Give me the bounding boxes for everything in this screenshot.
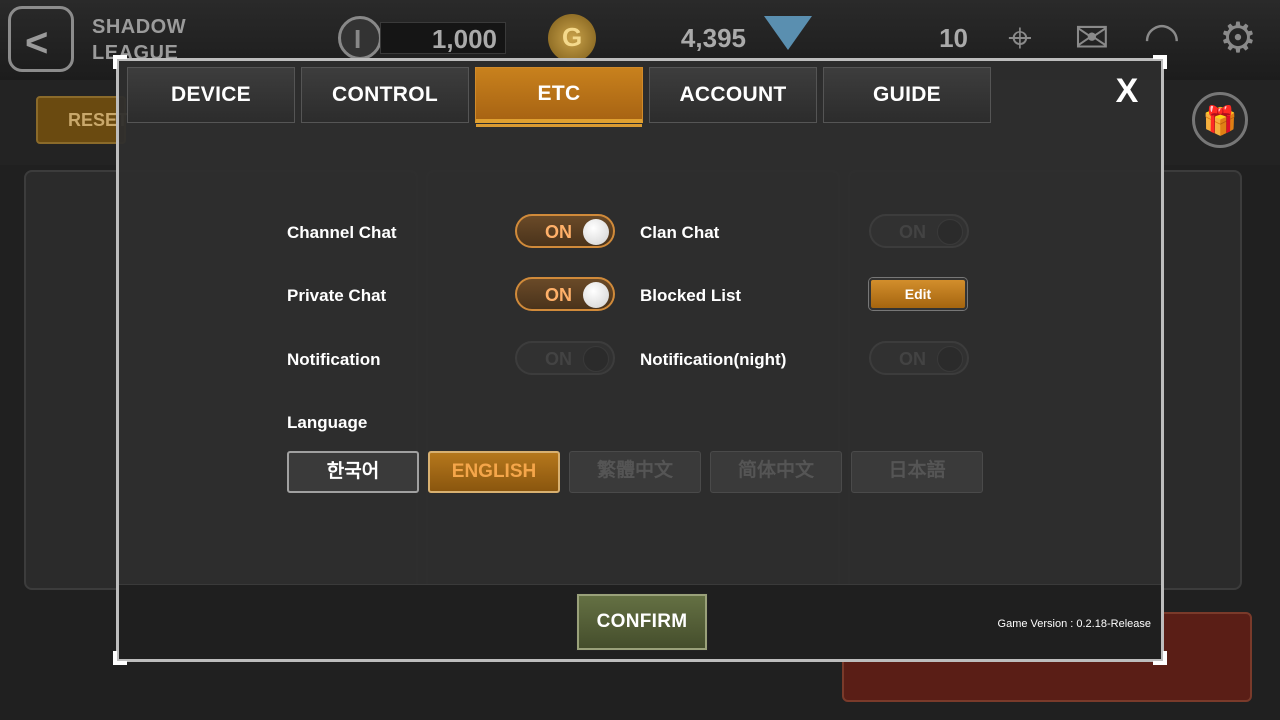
- toggle-state: ON: [545, 222, 572, 242]
- tab-etc[interactable]: ETC: [475, 67, 643, 127]
- tab-guide[interactable]: GUIDE: [823, 67, 991, 123]
- blocked-list-label: Blocked List: [640, 286, 742, 305]
- language-english-button[interactable]: ENGLISH: [428, 451, 560, 493]
- rank-points: 1,000: [380, 22, 506, 54]
- close-button[interactable]: X: [1109, 71, 1145, 111]
- toggle-state: ON: [545, 349, 572, 369]
- gold-coin-icon[interactable]: G: [548, 14, 596, 62]
- back-button[interactable]: <: [8, 6, 74, 72]
- settings-tabs: DEVICE CONTROL ETC ACCOUNT GUIDE: [127, 67, 991, 129]
- frame-corner: [113, 55, 127, 69]
- notification-label: Notification: [287, 350, 381, 369]
- reset-button[interactable]: RESET: [36, 96, 128, 144]
- toggle-knob: [583, 219, 609, 245]
- gem-icon[interactable]: [764, 16, 812, 50]
- toggle-state: ON: [545, 285, 572, 305]
- language-simplified-chinese-button[interactable]: 简体中文: [710, 451, 842, 493]
- language-label: Language: [287, 413, 368, 432]
- game-screen: < SHADOW LEAGUE I 1,000 G 4,395 10 ⌖ ✉ ◠…: [0, 0, 1280, 720]
- rank-icon: I: [338, 16, 382, 60]
- toggle-knob: [937, 346, 963, 372]
- private-chat-toggle[interactable]: ON: [515, 277, 615, 311]
- confirm-button[interactable]: CONFIRM: [576, 593, 708, 651]
- clan-chat-label: Clan Chat: [640, 223, 720, 242]
- language-japanese-button[interactable]: 日本語: [851, 451, 983, 493]
- toggle-knob: [583, 346, 609, 372]
- toggle-knob: [937, 219, 963, 245]
- chevron-left-icon: <: [25, 21, 49, 65]
- toggle-knob: [583, 282, 609, 308]
- private-chat-label: Private Chat: [287, 286, 387, 305]
- settings-dialog: DEVICE CONTROL ETC ACCOUNT GUIDE X Chann…: [113, 55, 1167, 665]
- language-korean-button[interactable]: 한국어: [287, 451, 419, 493]
- tab-account[interactable]: ACCOUNT: [649, 67, 817, 123]
- toggle-state: ON: [899, 222, 926, 242]
- notification-toggle[interactable]: ON: [515, 341, 615, 375]
- channel-chat-label: Channel Chat: [287, 223, 397, 242]
- game-version: Game Version : 0.2.18-Release: [997, 618, 1151, 630]
- gold-amount: 4,395: [680, 23, 746, 53]
- blocked-list-edit-button[interactable]: Edit: [869, 278, 967, 310]
- crosshair-icon[interactable]: ⌖: [994, 12, 1046, 64]
- tab-device[interactable]: DEVICE: [127, 67, 295, 123]
- channel-chat-toggle[interactable]: ON: [515, 214, 615, 248]
- mail-icon[interactable]: ✉: [1066, 12, 1118, 64]
- gift-icon[interactable]: 🎁: [1192, 92, 1248, 148]
- gear-icon[interactable]: ⚙: [1212, 12, 1264, 64]
- dialog-footer: CONFIRM Game Version : 0.2.18-Release: [119, 584, 1161, 659]
- notification-night-label: Notification(night): [640, 350, 787, 369]
- toggle-state: ON: [899, 349, 926, 369]
- clan-chat-toggle[interactable]: ON: [869, 214, 969, 248]
- frame-corner: [1153, 55, 1167, 69]
- notification-night-toggle[interactable]: ON: [869, 341, 969, 375]
- tab-control[interactable]: CONTROL: [301, 67, 469, 123]
- gem-amount: 10: [939, 23, 968, 53]
- etc-settings: Channel Chat ON Clan Chat ON Private Cha…: [119, 137, 1161, 587]
- language-traditional-chinese-button[interactable]: 繁體中文: [569, 451, 701, 493]
